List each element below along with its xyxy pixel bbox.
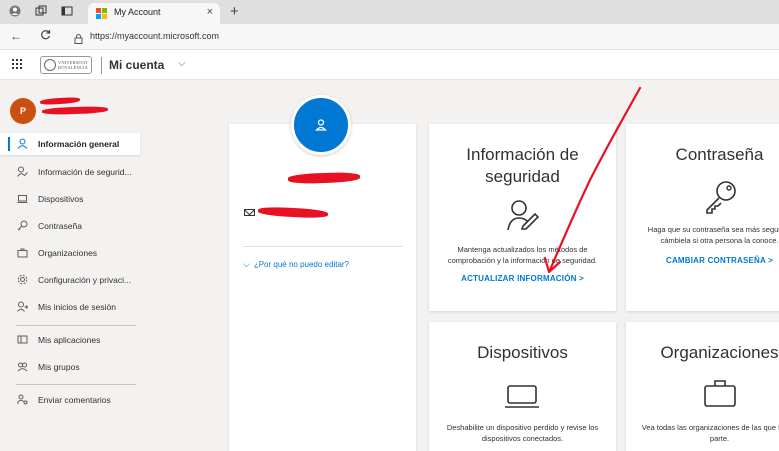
redacted-name <box>41 105 109 116</box>
person-icon <box>294 98 348 152</box>
sidebar-item-label: Información de segurid... <box>38 167 132 177</box>
update-info-link[interactable]: ACTUALIZAR INFORMACIÓN > <box>429 274 616 283</box>
devices-desc-line2: dispositivos conectados. <box>481 434 564 443</box>
security-info-icon <box>16 166 28 178</box>
university-logo[interactable]: VNIVERSITAT DÖVALÈNCIA <box>40 56 92 74</box>
workspaces-icon[interactable] <box>34 5 48 19</box>
gear-icon <box>16 274 28 286</box>
security-info-desc-line2: comprobación y la información de segurid… <box>447 256 598 265</box>
password-desc-line2: cámbiela si otra persona la conoce. <box>660 236 779 245</box>
password-title: Contraseña <box>675 145 764 164</box>
briefcase-icon <box>703 378 737 413</box>
sidebar-item-label: Dispositivos <box>38 194 84 204</box>
lock-icon[interactable] <box>74 31 83 44</box>
avatar[interactable]: P <box>10 98 36 124</box>
browser-tab-strip: My Account × + <box>0 0 779 24</box>
sidebar-item-label: Mis inicios de sesión <box>38 302 116 312</box>
profile-icon[interactable] <box>8 5 22 19</box>
profile-avatar[interactable] <box>291 95 351 155</box>
sidebar-divider <box>16 325 136 326</box>
mail-icon <box>244 209 255 216</box>
app-name[interactable]: Mi cuenta <box>109 58 164 72</box>
organizations-card: Organizaciones Vea todas las organizacio… <box>626 322 779 451</box>
security-info-desc-line1: Mantenga actualizados los métodos de <box>457 245 588 254</box>
sidebar-item-organizations[interactable]: Organizaciones <box>0 242 140 264</box>
laptop-icon <box>504 382 540 415</box>
key-icon <box>703 179 739 220</box>
change-password-link[interactable]: CAMBIAR CONTRASEÑA > <box>626 256 779 265</box>
tab-actions-icon[interactable] <box>60 5 74 19</box>
security-info-icon <box>506 198 540 237</box>
briefcase-icon <box>16 247 28 259</box>
key-icon <box>16 220 28 232</box>
sidebar-item-label: Mis grupos <box>38 362 80 372</box>
sidebar-item-label: Contraseña <box>38 221 82 231</box>
sidebar-item-my-groups[interactable]: Mis grupos <box>0 356 140 378</box>
groups-icon <box>16 361 28 373</box>
microsoft-logo-icon <box>96 8 107 19</box>
url-field[interactable]: https://myaccount.microsoft.com <box>90 31 219 41</box>
devices-title: Dispositivos <box>477 343 568 362</box>
reload-button[interactable] <box>40 29 51 43</box>
security-info-title-line1: Información de <box>466 145 579 164</box>
address-bar: ← https://myaccount.microsoft.com <box>0 24 779 50</box>
university-name-line2: DÖVALÈNCIA <box>58 65 88 70</box>
organizations-title: Organizaciones <box>660 343 779 362</box>
profile-divider <box>243 246 403 247</box>
sidebar-item-overview[interactable]: Información general <box>0 133 140 155</box>
organizations-desc-line2: parte. <box>709 434 730 443</box>
sidebar-divider <box>16 384 136 385</box>
app-header: VNIVERSITAT DÖVALÈNCIA Mi cuenta ⌵ <box>0 50 779 80</box>
sidebar-item-security-info[interactable]: Información de segurid... <box>0 161 140 183</box>
why-cant-edit-label: ¿Por qué no puedo editar? <box>253 260 350 269</box>
chevron-down-icon: ⌵ <box>243 259 250 269</box>
app-launcher-icon[interactable] <box>12 59 22 69</box>
sidebar-item-send-feedback[interactable]: Enviar comentarios <box>0 389 140 411</box>
sidebar-item-password[interactable]: Contraseña <box>0 215 140 237</box>
sidebar-item-label: Información general <box>38 139 120 149</box>
browser-tab[interactable]: My Account × <box>88 3 220 24</box>
university-seal-icon <box>44 59 56 71</box>
tab-title: My Account <box>114 7 161 17</box>
feedback-icon <box>16 394 28 406</box>
sidebar: P Información general Información de seg… <box>0 81 148 451</box>
redacted-name <box>39 96 81 106</box>
sidebar-item-label: Enviar comentarios <box>38 395 111 405</box>
sidebar-item-label: Organizaciones <box>38 248 98 258</box>
devices-desc-line1: Deshabilite un dispositivo perdido y rev… <box>446 423 599 432</box>
password-desc-line1: Haga que su contraseña sea más segura o <box>647 225 779 234</box>
devices-card: Dispositivos Deshabilite un dispositivo … <box>429 322 616 451</box>
person-icon <box>16 138 28 150</box>
back-button[interactable]: ← <box>10 29 22 43</box>
laptop-icon <box>16 193 28 205</box>
sign-ins-icon <box>16 301 28 313</box>
sidebar-item-my-apps[interactable]: Mis aplicaciones <box>0 329 140 351</box>
apps-icon <box>16 334 28 346</box>
header-divider <box>101 57 102 74</box>
organizations-desc-line1: Vea todas las organizaciones de las que … <box>641 423 779 432</box>
sidebar-item-settings-privacy[interactable]: Configuración y privaci... <box>0 269 140 291</box>
why-cant-edit-link[interactable]: ⌵ ¿Por qué no puedo editar? <box>243 259 349 270</box>
new-tab-button[interactable]: + <box>230 3 239 20</box>
sidebar-item-label: Configuración y privaci... <box>38 275 132 285</box>
sidebar-item-devices[interactable]: Dispositivos <box>0 188 140 210</box>
chevron-down-icon[interactable]: ⌵ <box>178 58 186 69</box>
security-info-card: Información de seguridad Mantenga actual… <box>429 124 616 311</box>
security-info-title-line2: seguridad <box>485 167 560 186</box>
password-card: Contraseña Haga que su contraseña sea má… <box>626 124 779 311</box>
sidebar-item-sign-ins[interactable]: Mis inicios de sesión <box>0 296 140 318</box>
sidebar-item-label: Mis aplicaciones <box>38 335 101 345</box>
close-tab-icon[interactable]: × <box>207 6 213 18</box>
